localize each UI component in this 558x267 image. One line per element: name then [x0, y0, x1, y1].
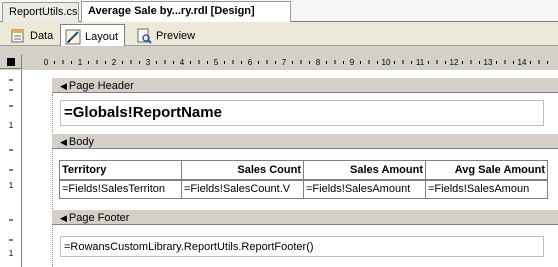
designer-view-tabs: Data Layout Preview — [0, 22, 558, 46]
ruler-label: 0 — [44, 58, 49, 67]
tab-preview[interactable]: Preview — [132, 24, 201, 45]
page-footer-bar[interactable]: ◀ Page Footer — [52, 209, 558, 225]
vertical-ruler-label: 1 — [9, 121, 14, 130]
sales-table[interactable]: Territory Sales Count Sales Amount Avg S… — [59, 160, 548, 199]
data-icon — [10, 28, 26, 44]
ruler-label: 13 — [484, 58, 493, 67]
ruler-label: 10 — [382, 58, 391, 67]
page-footer-label: Page Footer — [68, 212, 130, 224]
report-design-canvas[interactable]: ◀ Page Header =Globals!ReportName ◀ Body T… — [22, 70, 558, 267]
page-header-band[interactable]: =Globals!ReportName — [52, 94, 558, 132]
ruler-label: 2 — [112, 58, 117, 67]
tab-data[interactable]: Data — [6, 24, 59, 45]
ruler-label: 5 — [214, 58, 219, 67]
ruler-label: 4 — [180, 58, 185, 67]
body-label: Body — [68, 136, 94, 148]
table-header-row: Territory Sales Count Sales Amount Avg S… — [59, 160, 548, 181]
document-tab-strip: ReportUtils.cs Average Sale by...ry.rdl … — [0, 0, 558, 23]
report-name-textbox[interactable]: =Globals!ReportName — [60, 100, 544, 126]
layout-icon — [65, 29, 81, 45]
vertical-ruler: 1 1 1 — [0, 70, 22, 267]
tab-data-label: Data — [30, 30, 54, 42]
section-arrow-icon: ◀ — [60, 137, 67, 147]
page-footer-band[interactable]: =RowansCustomLibrary.ReportUtils.ReportF… — [52, 226, 558, 267]
tab-preview-label: Preview — [156, 30, 196, 42]
header-sales-count[interactable]: Sales Count — [181, 160, 304, 181]
page-header-label: Page Header — [68, 80, 134, 92]
header-avg-sale-amount[interactable]: Avg Sale Amount — [425, 160, 548, 181]
report-footer-textbox[interactable]: =RowansCustomLibrary.ReportUtils.ReportF… — [60, 236, 544, 257]
ruler-label: 14 — [518, 58, 527, 67]
ruler-label: 12 — [450, 58, 459, 67]
section-arrow-icon: ◀ — [60, 213, 67, 223]
page-header-bar[interactable]: ◀ Page Header — [52, 77, 558, 93]
vertical-ruler-label: 1 — [9, 249, 14, 258]
tab-layout-label: Layout — [85, 31, 119, 43]
ruler-label: 3 — [146, 58, 151, 67]
cell-territory[interactable]: =Fields!SalesTerriton — [59, 179, 182, 199]
cell-sales-amount[interactable]: =Fields!SalesAmount — [303, 179, 426, 199]
preview-icon — [136, 28, 152, 44]
horizontal-ruler: 0 1 2 3 4 5 6 7 8 9 10 11 12 13 14 — [44, 58, 548, 67]
section-arrow-icon: ◀ — [60, 81, 67, 91]
tab-layout[interactable]: Layout — [60, 24, 126, 46]
ruler-label: 1 — [78, 58, 83, 67]
ruler-label: 11 — [416, 58, 425, 67]
cell-avg-sale-amount[interactable]: =Fields!SalesAmoun — [425, 179, 548, 199]
ruler-label: 9 — [350, 58, 355, 67]
ruler-label: 6 — [248, 58, 253, 67]
header-territory[interactable]: Territory — [59, 160, 182, 181]
header-sales-amount[interactable]: Sales Amount — [303, 160, 426, 181]
doc-tab-report-design[interactable]: Average Sale by...ry.rdl [Design] — [81, 1, 291, 23]
doc-tab-reportutils[interactable]: ReportUtils.cs — [2, 2, 79, 22]
ruler-label: 8 — [316, 58, 321, 67]
body-band[interactable]: Territory Sales Count Sales Amount Avg S… — [52, 150, 558, 209]
cell-sales-count[interactable]: =Fields!SalesCount.V — [181, 179, 304, 199]
ruler-corner — [0, 55, 22, 69]
table-detail-row: =Fields!SalesTerriton =Fields!SalesCount… — [59, 179, 548, 199]
ruler-label: 7 — [282, 58, 287, 67]
vertical-ruler-label: 1 — [9, 181, 14, 190]
body-bar[interactable]: ◀ Body — [52, 133, 558, 149]
